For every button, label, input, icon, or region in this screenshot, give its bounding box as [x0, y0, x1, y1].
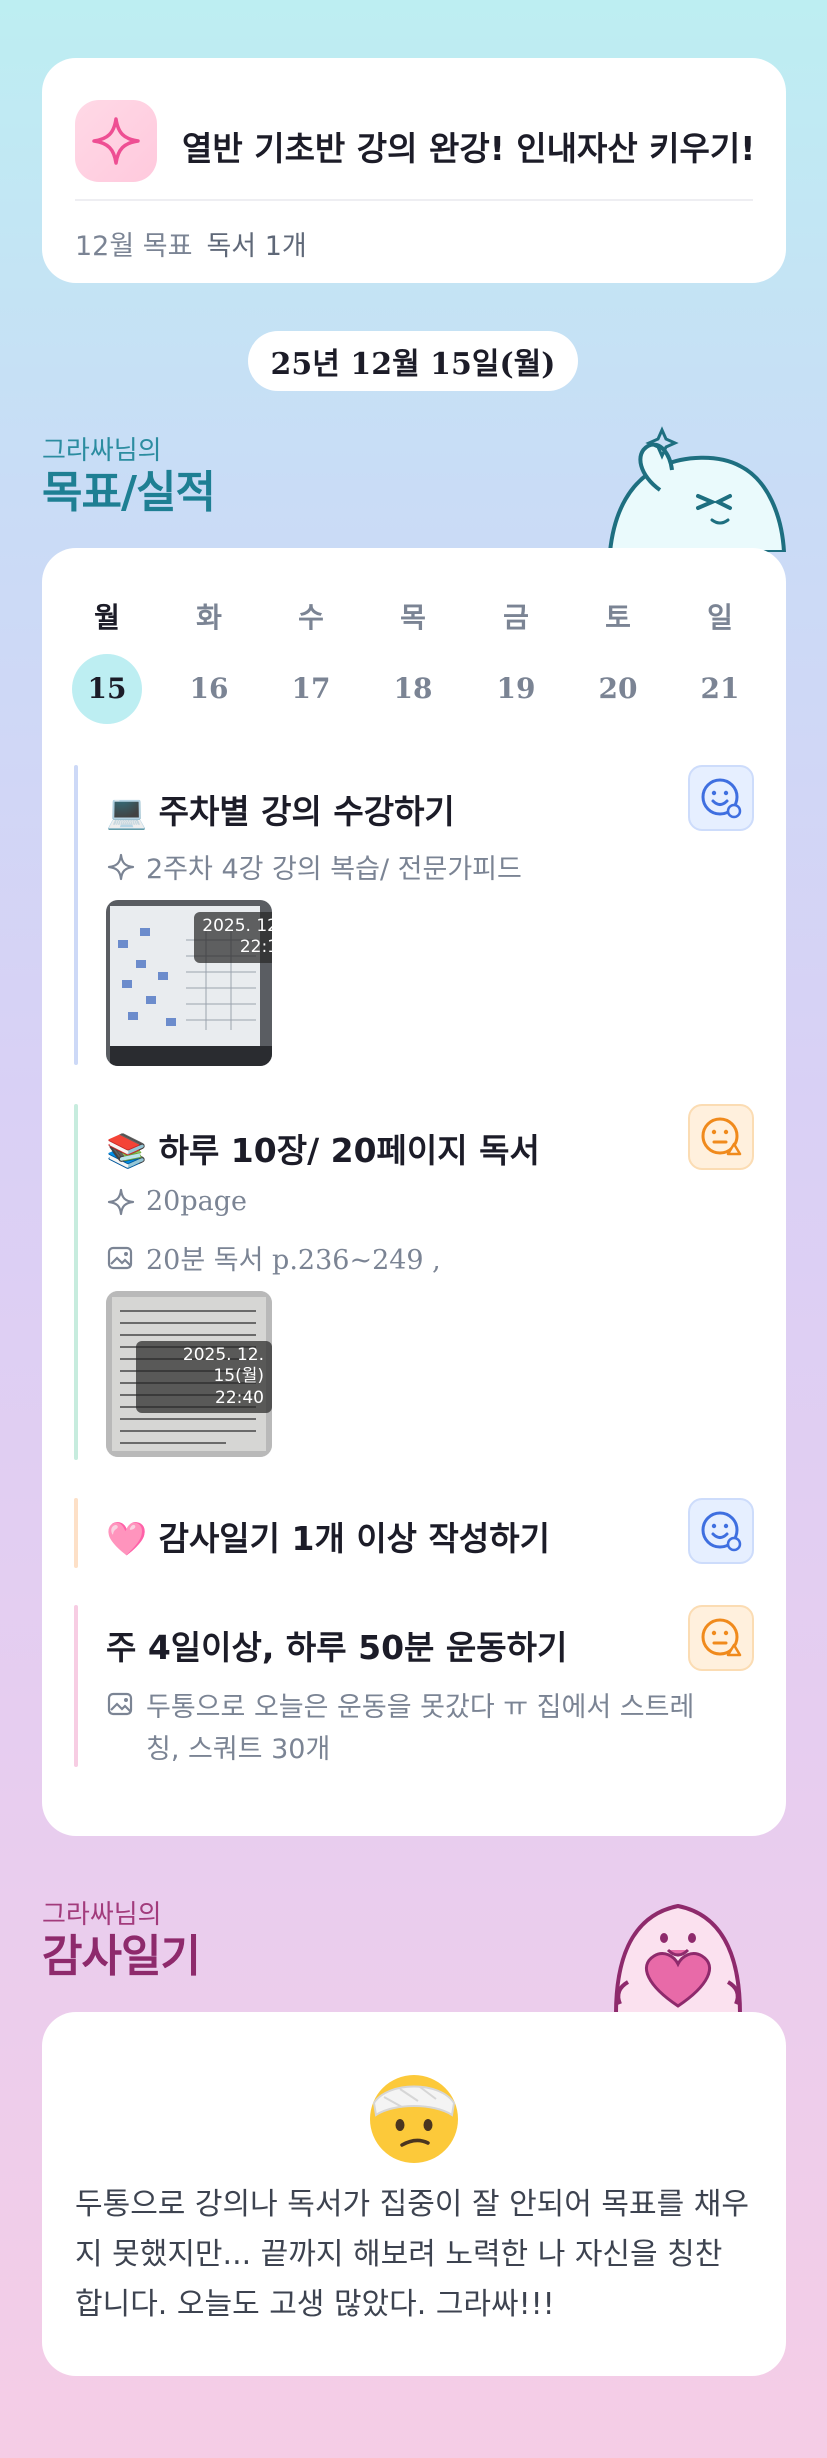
goal-note-line: 두통으로 오늘은 운동을 못갔다 ㅠ 집에서 스트레 [146, 1692, 695, 1723]
goal-detail: 2주차 4강 강의 복습/ 전문가피드 [106, 847, 522, 886]
month-goal-label: 12월 목표 [75, 231, 193, 262]
goal-note: 두통으로 오늘은 운동을 못갔다 ㅠ 집에서 스트레 칭, 스쿼트 30개 [106, 1687, 694, 1771]
month-goal-value: 독서 1개 [206, 231, 307, 262]
goal-note-line: 칭, 스쿼트 30개 [146, 1734, 331, 1765]
photo-stamp-time: 22:40 [215, 1387, 264, 1408]
divider [75, 199, 753, 201]
mascot-waving-illustration [607, 426, 787, 552]
monthly-goal-line: 12월 목표 독서 1개 [75, 224, 307, 263]
sparkle-icon [107, 853, 135, 880]
date-18[interactable]: 18 [378, 654, 448, 724]
weekday-thu[interactable]: 목 [378, 596, 448, 636]
monthly-goal-card[interactable]: 열반 기초반 강의 완강! 인내자산 키우기! 12월 목표 독서 1개 [42, 58, 786, 283]
photo-timestamp: 2025. 12. 15(월) 22:40 [136, 1341, 272, 1413]
goal-item[interactable]: 📚 하루 10장/ 20페이지 독서 20page 20분 독서 p.236~2… [74, 1104, 754, 1460]
weekday-sat[interactable]: 토 [583, 596, 653, 636]
weekday-sun[interactable]: 일 [685, 596, 755, 636]
image-note-icon [107, 1246, 133, 1269]
weekday-wed[interactable]: 수 [276, 596, 346, 636]
photo-stamp-time: 22:1 [239, 937, 272, 958]
date-pill[interactable]: 25년 12월 15일(월) [248, 331, 578, 391]
goal-item[interactable]: 💻 주차별 강의 수강하기 2주차 4강 강의 복습/ 전문가피드 2025. … [74, 765, 754, 1066]
weekday-mon[interactable]: 월 [72, 596, 142, 636]
gratitude-text: 두통으로 강의나 독서가 집중이 잘 안되어 목표를 채우지 못했지만... 끝… [75, 2187, 749, 2322]
sparkle-icon [75, 100, 157, 182]
goal-note: 20분 독서 p.236~249 , [106, 1238, 441, 1277]
goal-bar [74, 1498, 78, 1568]
goal-bar [74, 1104, 78, 1460]
date-17[interactable]: 17 [276, 654, 346, 724]
photo-stamp-date: 2025. 12. 15(월) [182, 1345, 264, 1387]
goal-title: 주 4일이상, 하루 50분 운동하기 [106, 1628, 568, 1667]
goal-note-text: 20분 독서 p.236~249 , [146, 1245, 441, 1276]
goal-title: 💻 주차별 강의 수강하기 [106, 792, 455, 831]
goal-detail-text: 20page [146, 1186, 247, 1217]
date-15-selected[interactable]: 15 [72, 654, 142, 724]
weekday-tue[interactable]: 화 [174, 596, 244, 636]
photo-timestamp: 2025. 12 22:1 [194, 912, 272, 963]
goal-bar [74, 765, 78, 1065]
goal-item[interactable]: 주 4일이상, 하루 50분 운동하기 두통으로 오늘은 운동을 못갔다 ㅠ 집… [74, 1605, 754, 1767]
image-note-icon [107, 1692, 133, 1716]
smile-status-icon[interactable] [688, 1498, 754, 1564]
goals-section-title: 목표/실적 [42, 467, 216, 518]
head-bandage-face-icon [370, 2075, 458, 2163]
gratitude-card: 두통으로 강의나 독서가 집중이 잘 안되어 목표를 채우지 못했지만... 끝… [42, 2012, 786, 2376]
gratitude-section-title: 감사일기 [42, 1931, 201, 1982]
goal-photo[interactable]: 2025. 12. 15(월) 22:40 [106, 1291, 272, 1457]
goal-bar [74, 1605, 78, 1767]
weekday-fri[interactable]: 금 [481, 596, 551, 636]
smile-status-icon[interactable] [688, 765, 754, 831]
goal-detail: 20page [106, 1186, 247, 1217]
neutral-status-icon[interactable] [688, 1104, 754, 1170]
date-21[interactable]: 21 [685, 654, 755, 724]
neutral-status-icon[interactable] [688, 1605, 754, 1671]
mascot-heart-illustration [613, 1903, 743, 2014]
date-16[interactable]: 16 [174, 654, 244, 724]
goal-title: 📚 하루 10장/ 20페이지 독서 [106, 1131, 540, 1170]
goal-item[interactable]: 🩷 감사일기 1개 이상 작성하기 [74, 1498, 754, 1568]
goal-title: 🩷 감사일기 1개 이상 작성하기 [106, 1519, 550, 1558]
goal-title: 열반 기초반 강의 완강! 인내자산 키우기! [182, 129, 756, 168]
goal-photo[interactable]: 2025. 12 22:1 [106, 900, 272, 1066]
date-19[interactable]: 19 [481, 654, 551, 724]
sparkle-icon [107, 1188, 135, 1215]
goal-detail-text: 2주차 4강 강의 복습/ 전문가피드 [146, 854, 522, 885]
photo-stamp-date: 2025. 12 [202, 916, 272, 936]
date-20[interactable]: 20 [583, 654, 653, 724]
